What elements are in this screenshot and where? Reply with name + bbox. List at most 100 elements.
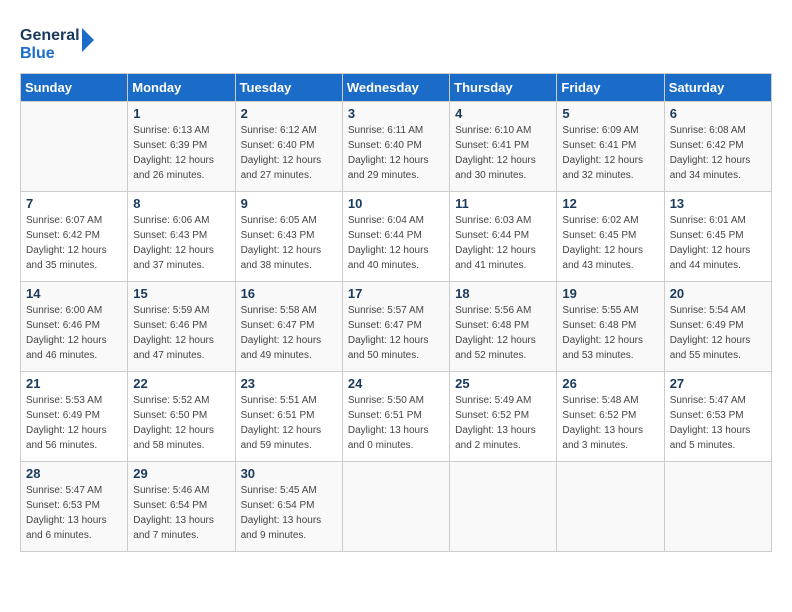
calendar-cell bbox=[557, 462, 664, 552]
day-number: 17 bbox=[348, 286, 444, 301]
day-number: 4 bbox=[455, 106, 551, 121]
day-number: 25 bbox=[455, 376, 551, 391]
day-info: Sunrise: 5:50 AMSunset: 6:51 PMDaylight:… bbox=[348, 393, 444, 453]
weekday-header: Tuesday bbox=[235, 74, 342, 102]
day-info: Sunrise: 5:54 AMSunset: 6:49 PMDaylight:… bbox=[670, 303, 766, 363]
day-info: Sunrise: 6:01 AMSunset: 6:45 PMDaylight:… bbox=[670, 213, 766, 273]
day-number: 16 bbox=[241, 286, 337, 301]
day-info: Sunrise: 5:53 AMSunset: 6:49 PMDaylight:… bbox=[26, 393, 122, 453]
day-info: Sunrise: 6:10 AMSunset: 6:41 PMDaylight:… bbox=[455, 123, 551, 183]
day-number: 20 bbox=[670, 286, 766, 301]
day-number: 3 bbox=[348, 106, 444, 121]
calendar-cell: 21 Sunrise: 5:53 AMSunset: 6:49 PMDayligh… bbox=[21, 372, 128, 462]
svg-text:Blue: Blue bbox=[20, 45, 55, 62]
day-number: 23 bbox=[241, 376, 337, 391]
calendar-cell bbox=[450, 462, 557, 552]
day-number: 26 bbox=[562, 376, 658, 391]
calendar-cell: 27 Sunrise: 5:47 AMSunset: 6:53 PMDayligh… bbox=[664, 372, 771, 462]
calendar-cell: 11 Sunrise: 6:03 AMSunset: 6:44 PMDayligh… bbox=[450, 192, 557, 282]
day-number: 1 bbox=[133, 106, 229, 121]
calendar-cell bbox=[664, 462, 771, 552]
day-info: Sunrise: 5:46 AMSunset: 6:54 PMDaylight:… bbox=[133, 483, 229, 543]
day-info: Sunrise: 6:06 AMSunset: 6:43 PMDaylight:… bbox=[133, 213, 229, 273]
calendar-cell: 9 Sunrise: 6:05 AMSunset: 6:43 PMDaylight… bbox=[235, 192, 342, 282]
day-info: Sunrise: 5:59 AMSunset: 6:46 PMDaylight:… bbox=[133, 303, 229, 363]
logo-svg: GeneralBlue bbox=[20, 20, 100, 65]
day-info: Sunrise: 6:12 AMSunset: 6:40 PMDaylight:… bbox=[241, 123, 337, 183]
day-info: Sunrise: 5:45 AMSunset: 6:54 PMDaylight:… bbox=[241, 483, 337, 543]
day-info: Sunrise: 6:02 AMSunset: 6:45 PMDaylight:… bbox=[562, 213, 658, 273]
calendar-cell: 7 Sunrise: 6:07 AMSunset: 6:42 PMDaylight… bbox=[21, 192, 128, 282]
day-number: 29 bbox=[133, 466, 229, 481]
calendar-cell: 19Sunrise: 5:55 AMSunset: 6:48 PMDayligh… bbox=[557, 282, 664, 372]
day-info: Sunrise: 5:55 AMSunset: 6:48 PMDaylight:… bbox=[562, 303, 658, 363]
day-number: 28 bbox=[26, 466, 122, 481]
day-info: Sunrise: 5:56 AMSunset: 6:48 PMDaylight:… bbox=[455, 303, 551, 363]
calendar-header-row: SundayMondayTuesdayWednesdayThursdayFrid… bbox=[21, 74, 772, 102]
day-number: 11 bbox=[455, 196, 551, 211]
calendar-cell: 8 Sunrise: 6:06 AMSunset: 6:43 PMDaylight… bbox=[128, 192, 235, 282]
calendar-cell: 5 Sunrise: 6:09 AMSunset: 6:41 PMDaylight… bbox=[557, 102, 664, 192]
page-header: GeneralBlue bbox=[20, 20, 772, 65]
weekday-header: Saturday bbox=[664, 74, 771, 102]
weekday-header: Monday bbox=[128, 74, 235, 102]
day-number: 24 bbox=[348, 376, 444, 391]
day-info: Sunrise: 5:51 AMSunset: 6:51 PMDaylight:… bbox=[241, 393, 337, 453]
day-info: Sunrise: 6:00 AMSunset: 6:46 PMDaylight:… bbox=[26, 303, 122, 363]
day-number: 7 bbox=[26, 196, 122, 211]
day-info: Sunrise: 6:03 AMSunset: 6:44 PMDaylight:… bbox=[455, 213, 551, 273]
day-info: Sunrise: 6:08 AMSunset: 6:42 PMDaylight:… bbox=[670, 123, 766, 183]
day-info: Sunrise: 5:57 AMSunset: 6:47 PMDaylight:… bbox=[348, 303, 444, 363]
day-info: Sunrise: 6:07 AMSunset: 6:42 PMDaylight:… bbox=[26, 213, 122, 273]
day-number: 10 bbox=[348, 196, 444, 211]
calendar-week-row: 7 Sunrise: 6:07 AMSunset: 6:42 PMDaylight… bbox=[21, 192, 772, 282]
day-info: Sunrise: 5:47 AMSunset: 6:53 PMDaylight:… bbox=[26, 483, 122, 543]
calendar-cell: 20 Sunrise: 5:54 AMSunset: 6:49 PMDayligh… bbox=[664, 282, 771, 372]
day-info: Sunrise: 5:48 AMSunset: 6:52 PMDaylight:… bbox=[562, 393, 658, 453]
day-number: 21 bbox=[26, 376, 122, 391]
weekday-header: Thursday bbox=[450, 74, 557, 102]
calendar-cell: 16 Sunrise: 5:58 AMSunset: 6:47 PMDayligh… bbox=[235, 282, 342, 372]
calendar-cell: 25 Sunrise: 5:49 AMSunset: 6:52 PMDayligh… bbox=[450, 372, 557, 462]
day-number: 18 bbox=[455, 286, 551, 301]
calendar-cell: 6Sunrise: 6:08 AMSunset: 6:42 PMDaylight… bbox=[664, 102, 771, 192]
day-number: 5 bbox=[562, 106, 658, 121]
calendar-cell: 13Sunrise: 6:01 AMSunset: 6:45 PMDayligh… bbox=[664, 192, 771, 282]
calendar-week-row: 1 Sunrise: 6:13 AMSunset: 6:39 PMDaylight… bbox=[21, 102, 772, 192]
day-info: Sunrise: 6:05 AMSunset: 6:43 PMDaylight:… bbox=[241, 213, 337, 273]
weekday-header: Sunday bbox=[21, 74, 128, 102]
day-info: Sunrise: 5:58 AMSunset: 6:47 PMDaylight:… bbox=[241, 303, 337, 363]
calendar-cell: 2Sunrise: 6:12 AMSunset: 6:40 PMDaylight… bbox=[235, 102, 342, 192]
day-info: Sunrise: 5:49 AMSunset: 6:52 PMDaylight:… bbox=[455, 393, 551, 453]
logo: GeneralBlue bbox=[20, 20, 100, 65]
day-number: 27 bbox=[670, 376, 766, 391]
calendar-table: SundayMondayTuesdayWednesdayThursdayFrid… bbox=[20, 73, 772, 552]
calendar-cell: 23 Sunrise: 5:51 AMSunset: 6:51 PMDayligh… bbox=[235, 372, 342, 462]
calendar-cell: 29 Sunrise: 5:46 AMSunset: 6:54 PMDayligh… bbox=[128, 462, 235, 552]
day-number: 30 bbox=[241, 466, 337, 481]
day-info: Sunrise: 6:09 AMSunset: 6:41 PMDaylight:… bbox=[562, 123, 658, 183]
calendar-cell: 18 Sunrise: 5:56 AMSunset: 6:48 PMDayligh… bbox=[450, 282, 557, 372]
calendar-cell: 4 Sunrise: 6:10 AMSunset: 6:41 PMDaylight… bbox=[450, 102, 557, 192]
calendar-cell: 17 Sunrise: 5:57 AMSunset: 6:47 PMDayligh… bbox=[342, 282, 449, 372]
calendar-cell: 28 Sunrise: 5:47 AMSunset: 6:53 PMDayligh… bbox=[21, 462, 128, 552]
calendar-cell: 12 Sunrise: 6:02 AMSunset: 6:45 PMDayligh… bbox=[557, 192, 664, 282]
day-info: Sunrise: 5:47 AMSunset: 6:53 PMDaylight:… bbox=[670, 393, 766, 453]
day-info: Sunrise: 6:13 AMSunset: 6:39 PMDaylight:… bbox=[133, 123, 229, 183]
day-number: 9 bbox=[241, 196, 337, 211]
day-info: Sunrise: 6:04 AMSunset: 6:44 PMDaylight:… bbox=[348, 213, 444, 273]
weekday-header: Wednesday bbox=[342, 74, 449, 102]
day-number: 14 bbox=[26, 286, 122, 301]
calendar-cell: 22Sunrise: 5:52 AMSunset: 6:50 PMDayligh… bbox=[128, 372, 235, 462]
day-info: Sunrise: 5:52 AMSunset: 6:50 PMDaylight:… bbox=[133, 393, 229, 453]
calendar-week-row: 14 Sunrise: 6:00 AMSunset: 6:46 PMDayligh… bbox=[21, 282, 772, 372]
day-number: 12 bbox=[562, 196, 658, 211]
calendar-cell: 24 Sunrise: 5:50 AMSunset: 6:51 PMDayligh… bbox=[342, 372, 449, 462]
day-number: 8 bbox=[133, 196, 229, 211]
calendar-cell: 3 Sunrise: 6:11 AMSunset: 6:40 PMDaylight… bbox=[342, 102, 449, 192]
calendar-cell: 15Sunrise: 5:59 AMSunset: 6:46 PMDayligh… bbox=[128, 282, 235, 372]
calendar-week-row: 28 Sunrise: 5:47 AMSunset: 6:53 PMDayligh… bbox=[21, 462, 772, 552]
day-info: Sunrise: 6:11 AMSunset: 6:40 PMDaylight:… bbox=[348, 123, 444, 183]
calendar-cell bbox=[21, 102, 128, 192]
svg-text:General: General bbox=[20, 27, 80, 44]
